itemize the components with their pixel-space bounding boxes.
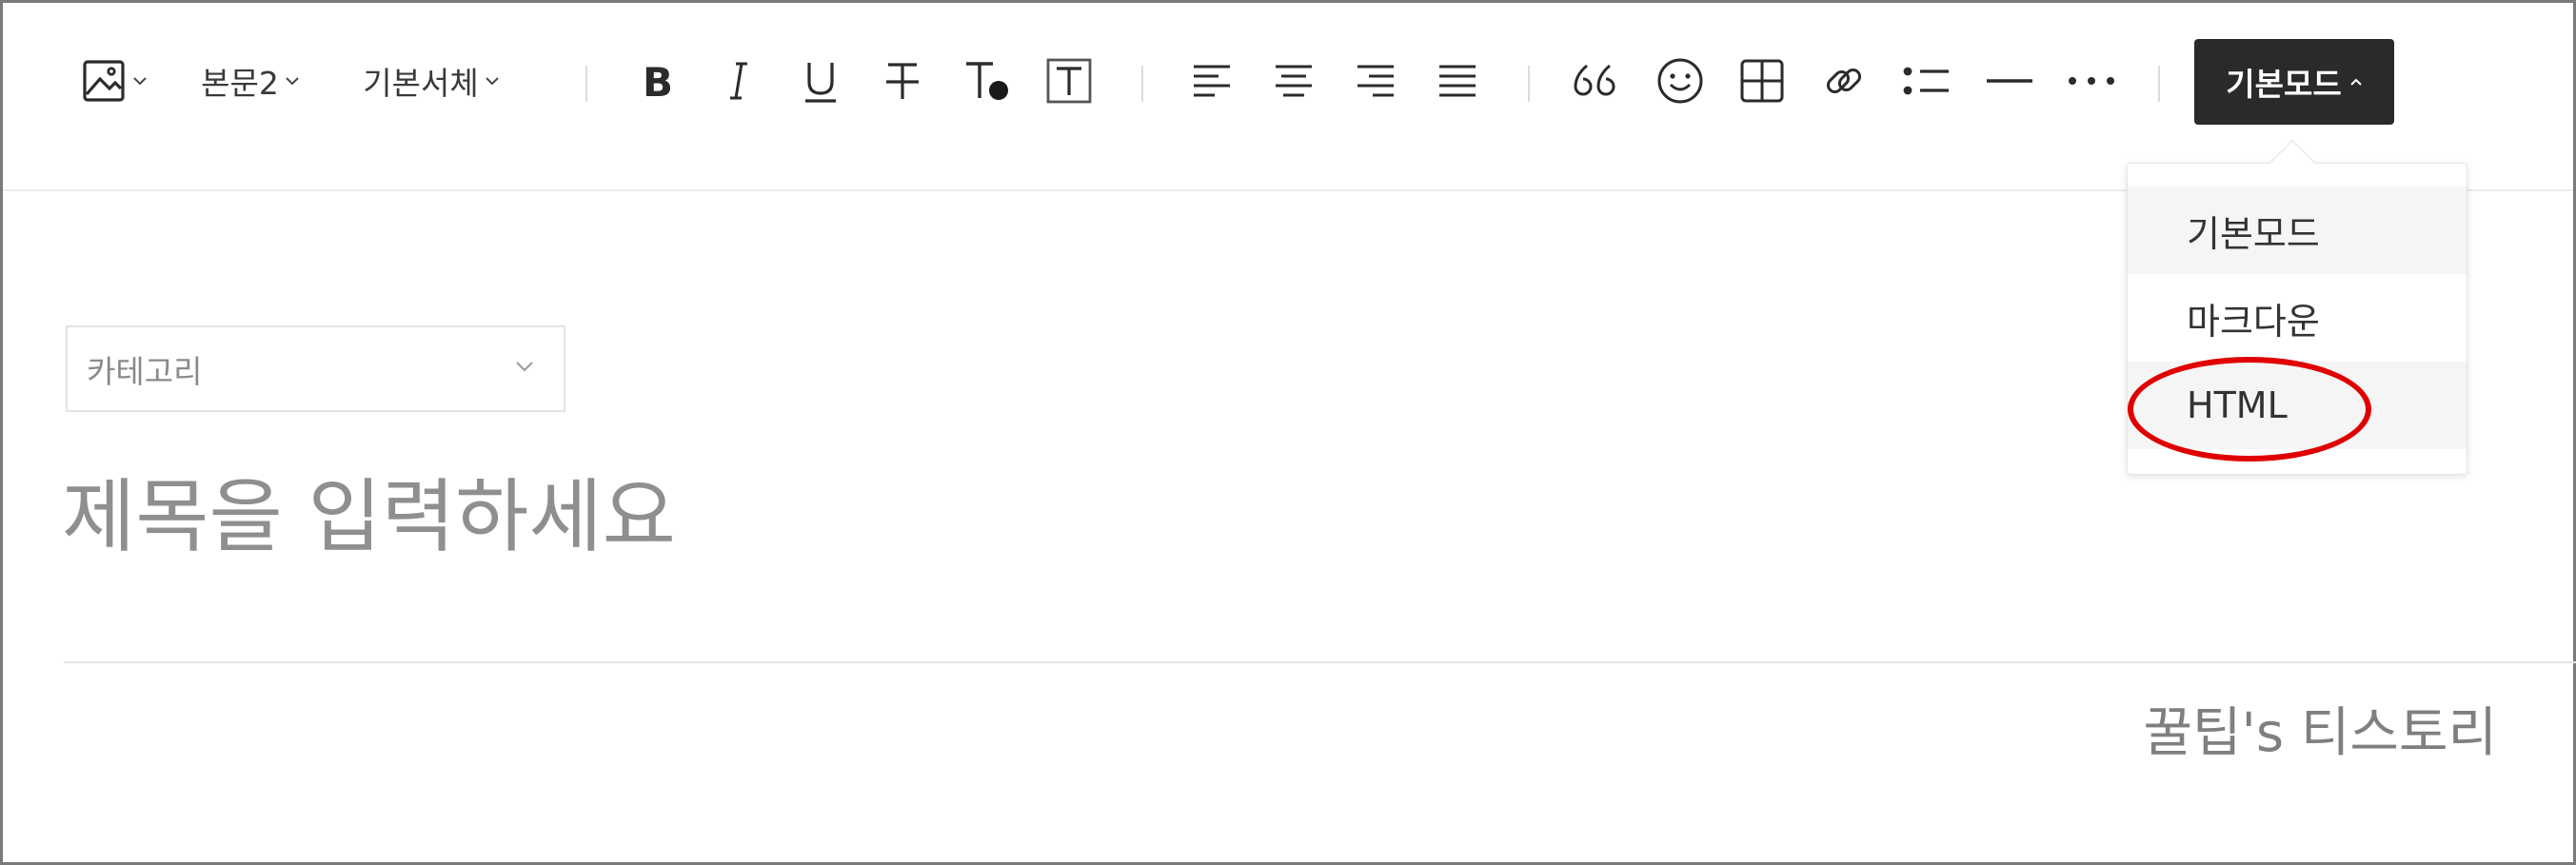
strikethrough-button[interactable]	[877, 37, 928, 125]
text-background-button[interactable]	[1042, 37, 1096, 125]
horizontal-rule-button[interactable]	[1983, 37, 2036, 125]
list-icon	[1903, 67, 1949, 95]
mode-option-markdown[interactable]: 마크다운	[2128, 274, 2467, 362]
italic-icon	[730, 62, 747, 100]
bold-icon: B	[643, 59, 673, 104]
font-family-dropdown[interactable]: 기본서체	[347, 37, 515, 125]
align-right-icon	[1357, 65, 1394, 97]
mode-option-label: 기본모드	[2187, 212, 2320, 255]
editor-mode-menu: 기본모드 마크다운 HTML	[2127, 139, 2467, 475]
text-color-button[interactable]	[959, 37, 1016, 125]
emoji-button[interactable]	[1654, 37, 1707, 125]
title-divider	[64, 661, 2576, 663]
image-icon	[83, 60, 125, 102]
quote-icon	[1574, 64, 1615, 96]
text-background-icon	[1046, 58, 1092, 104]
paragraph-style-dropdown[interactable]: 본문2	[191, 37, 309, 125]
chevron-down-icon	[516, 362, 533, 372]
horizontal-rule-icon	[1987, 79, 2032, 83]
more-icon	[2069, 77, 2114, 85]
editor-mode-label: 기본모드	[2226, 66, 2342, 103]
align-justify-button[interactable]	[1433, 37, 1482, 125]
category-placeholder: 카테고리	[87, 352, 203, 390]
paragraph-style-label: 본문2	[201, 65, 279, 102]
chevron-down-icon	[286, 77, 299, 86]
quote-button[interactable]	[1568, 37, 1621, 125]
editor-window: 본문2 기본서체 B 기본모드 기본모드 마크다운 HTML 카테고리 제목을 …	[0, 0, 2576, 865]
toolbar-separator	[2158, 66, 2160, 102]
toolbar-separator	[1141, 66, 1143, 102]
blog-watermark: 꿀팁's 티스토리	[2143, 702, 2498, 764]
more-button[interactable]	[2065, 37, 2118, 125]
font-family-label: 기본서체	[363, 65, 479, 102]
align-left-icon	[1194, 65, 1230, 97]
mode-option-label: HTML	[2187, 384, 2288, 426]
align-center-button[interactable]	[1269, 37, 1318, 125]
bold-button[interactable]: B	[631, 37, 681, 125]
link-icon	[1826, 68, 1862, 94]
chevron-down-icon	[485, 77, 499, 86]
mode-option-label: 마크다운	[2187, 300, 2320, 343]
emoji-icon	[1657, 58, 1703, 104]
underline-button[interactable]	[795, 37, 846, 125]
mode-option-html[interactable]: HTML	[2128, 362, 2467, 449]
align-left-button[interactable]	[1187, 37, 1237, 125]
toolbar-separator	[585, 66, 587, 102]
category-select[interactable]: 카테고리	[66, 325, 565, 412]
bullet-list-button[interactable]	[1899, 37, 1954, 125]
underline-icon	[805, 63, 836, 103]
align-right-button[interactable]	[1351, 37, 1400, 125]
align-justify-icon	[1439, 65, 1476, 97]
title-input[interactable]	[62, 460, 2442, 574]
text-color-icon	[966, 62, 1008, 100]
toolbar-separator	[1528, 66, 1530, 102]
table-icon	[1740, 59, 1784, 103]
italic-button[interactable]	[715, 37, 763, 125]
align-center-icon	[1276, 65, 1312, 97]
link-button[interactable]	[1817, 37, 1871, 125]
svg-text:B: B	[643, 59, 673, 104]
mode-option-basic[interactable]: 기본모드	[2128, 187, 2467, 274]
chevron-down-icon	[133, 77, 147, 86]
strikethrough-icon	[886, 63, 919, 99]
image-insert-button[interactable]	[71, 37, 157, 125]
table-button[interactable]	[1735, 37, 1789, 125]
editor-mode-button[interactable]: 기본모드	[2194, 39, 2394, 125]
chevron-up-icon	[2350, 78, 2362, 86]
